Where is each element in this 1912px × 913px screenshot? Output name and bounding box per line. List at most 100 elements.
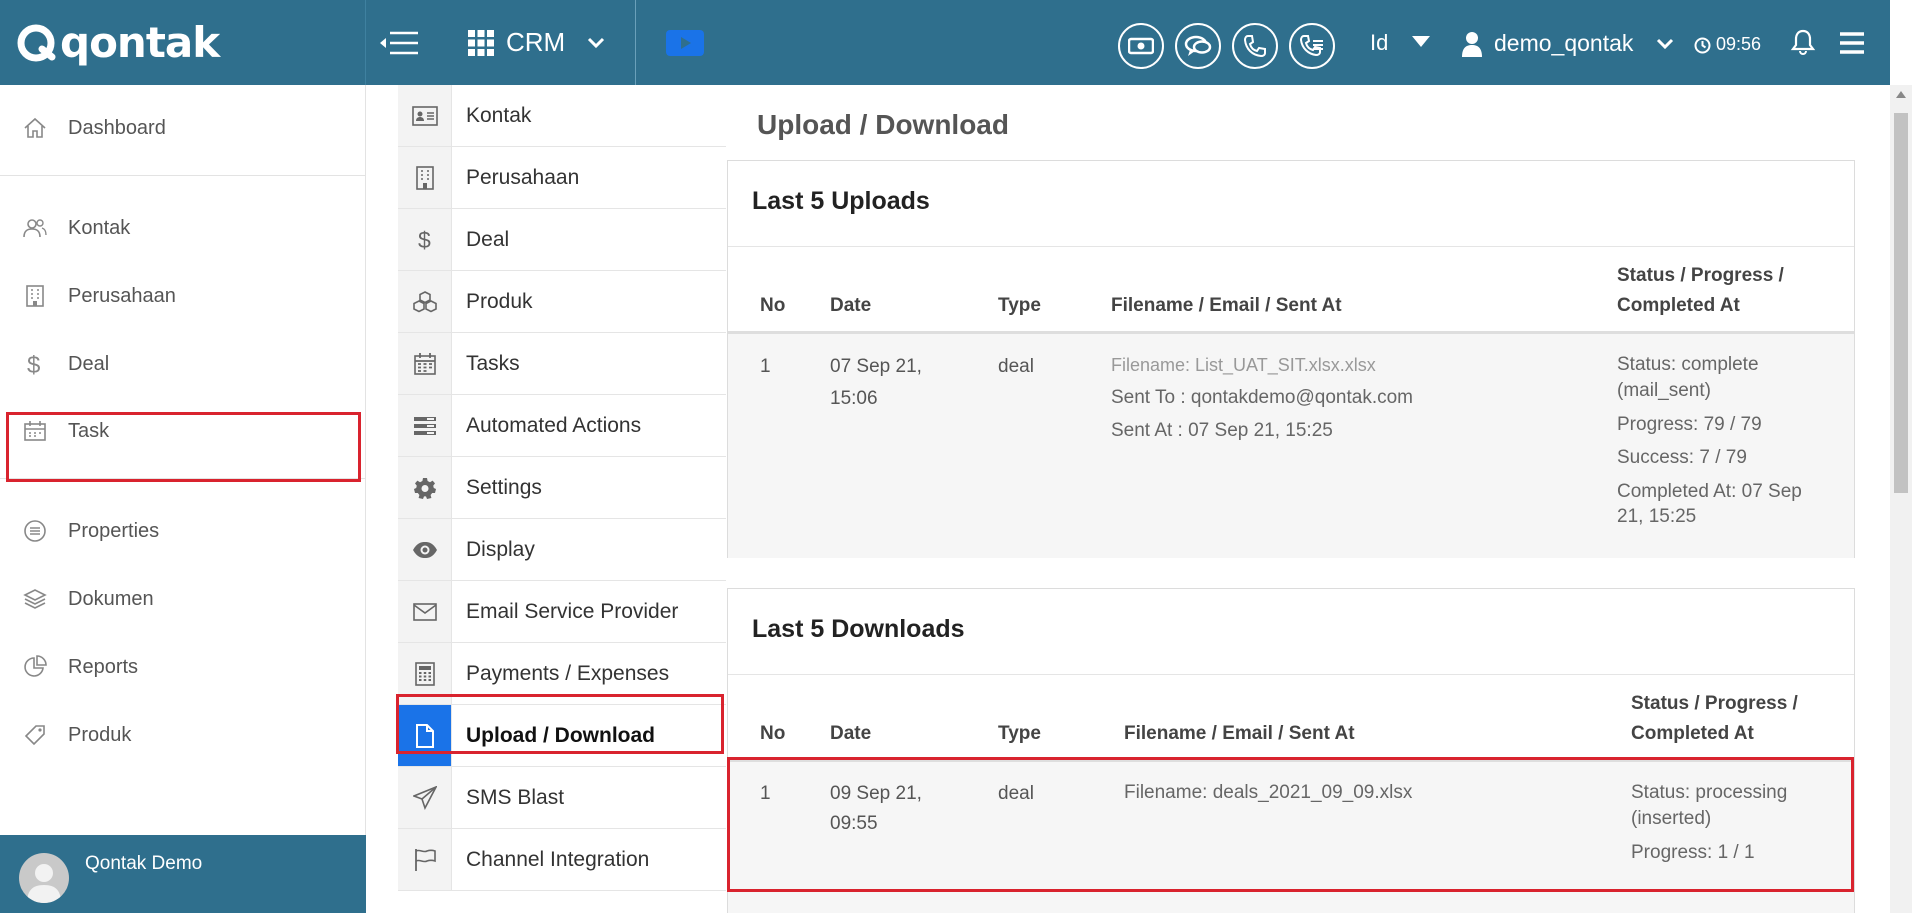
logo[interactable]: qontak: [0, 0, 366, 85]
tag-icon: [22, 722, 48, 748]
left-sidebar: Dashboard Kontak Perusahaan $ Deal Task …: [0, 85, 366, 913]
column-header-completed: Completed At: [1617, 295, 1740, 316]
submenu-item-label: Channel Integration: [466, 847, 650, 871]
sidebar-item-properties[interactable]: Properties: [0, 503, 366, 559]
clock-time: 09:56: [1716, 34, 1762, 54]
submenu-item-deal[interactable]: $ Deal: [398, 209, 726, 271]
submenu-item-label: Display: [466, 537, 535, 561]
home-icon: [22, 115, 48, 141]
top-bar: qontak CRM Id demo_qontak 09:56: [0, 0, 1890, 85]
submenu-item-label: Kontak: [466, 103, 532, 127]
envelope-icon: [398, 581, 452, 642]
upload-download-highlight-box: [396, 694, 724, 754]
sidebar-item-label: Deal: [68, 352, 110, 375]
flag-icon: [398, 829, 452, 890]
sidebar-item-reports[interactable]: Reports: [0, 639, 366, 695]
submenu-item-email-service-provider[interactable]: Email Service Provider: [398, 581, 726, 643]
sidebar-item-deal[interactable]: $ Deal: [0, 336, 366, 392]
cell-time: 15:06: [830, 388, 878, 409]
page-scrollbar[interactable]: [1890, 85, 1912, 913]
building-icon: [22, 283, 48, 309]
grid-icon: [468, 29, 494, 56]
money-button[interactable]: [1118, 23, 1164, 69]
scrollbar-thumb[interactable]: [1894, 113, 1908, 493]
list-circle-icon: [22, 518, 48, 544]
cell-sent-at: Sent At : 07 Sep 21, 15:25: [1111, 420, 1333, 441]
sidebar-item-produk[interactable]: Produk: [0, 707, 366, 763]
collapse-menu-button[interactable]: [378, 26, 420, 60]
cell-completed-time: 21, 15:25: [1617, 506, 1697, 527]
sidebar-item-label: Produk: [68, 723, 132, 746]
paper-plane-icon: [398, 767, 452, 828]
id-card-icon: [398, 85, 452, 146]
phone-button[interactable]: [1232, 23, 1278, 69]
submenu-item-label: Produk: [466, 289, 533, 313]
submenu-item-label: Perusahaan: [466, 165, 580, 189]
sidebar-item-perusahaan[interactable]: Perusahaan: [0, 268, 366, 324]
submenu-item-tasks[interactable]: Tasks: [398, 333, 726, 395]
cell-status-detail: (mail_sent): [1617, 380, 1711, 401]
submenu-item-produk[interactable]: Produk: [398, 271, 726, 333]
logo-text: qontak: [60, 18, 220, 67]
panel-divider: [728, 246, 1854, 247]
cell-completed-at: Completed At: 07 Sep: [1617, 481, 1802, 502]
submenu-item-label: Payments / Expenses: [466, 661, 670, 685]
eye-icon: [398, 519, 452, 580]
cell-status: Status: complete: [1617, 354, 1759, 375]
contacts-icon: [22, 215, 48, 241]
submenu-item-perusahaan[interactable]: Perusahaan: [398, 147, 726, 209]
building-icon: [398, 147, 452, 208]
language-selector[interactable]: Id: [1370, 30, 1388, 56]
chevron-down-icon: [588, 37, 605, 48]
submenu-item-label: Tasks: [466, 351, 520, 375]
sidebar-item-kontak[interactable]: Kontak: [0, 200, 366, 256]
chat-button[interactable]: [1175, 23, 1221, 69]
cell-sent-to: Sent To : qontakdemo@qontak.com: [1111, 387, 1414, 408]
pie-chart-icon: [22, 654, 48, 680]
uploads-panel: Last 5 Uploads No Date Type Filename / E…: [727, 160, 1855, 558]
gear-icon: [398, 457, 452, 518]
submenu-item-kontak[interactable]: Kontak: [398, 85, 726, 147]
column-header-file: Filename / Email / Sent At: [1111, 295, 1342, 316]
sidebar-item-dashboard[interactable]: Dashboard: [0, 100, 366, 156]
menu-collapse-icon: [380, 31, 418, 55]
user-menu[interactable]: demo_qontak: [1494, 30, 1633, 57]
caret-down-icon[interactable]: [1412, 36, 1430, 47]
module-switcher[interactable]: CRM: [468, 0, 636, 85]
module-label: CRM: [506, 27, 566, 57]
submenu-item-label: SMS Blast: [466, 785, 565, 809]
submenu-item-label: Settings: [466, 475, 542, 499]
sidebar-item-dokumen[interactable]: Dokumen: [0, 571, 366, 627]
column-header-date: Date: [830, 723, 872, 744]
column-header-type: Type: [998, 723, 1041, 744]
sidebar-item-label: Reports: [68, 655, 139, 678]
phone-icon: [1243, 35, 1266, 58]
submenu-item-sms-blast[interactable]: SMS Blast: [398, 767, 726, 829]
column-header-status: Status / Progress /: [1631, 693, 1798, 714]
submenu-item-label: Deal: [466, 227, 510, 251]
phone-list-button[interactable]: [1289, 23, 1335, 69]
cell-filename: Filename: List_UAT_SIT.xlsx.xlsx: [1111, 355, 1376, 375]
sidebar-divider: [0, 175, 366, 176]
submenu-item-automated-actions[interactable]: Automated Actions: [398, 395, 726, 457]
submenu-item-settings[interactable]: Settings: [398, 457, 726, 519]
svg-text:$: $: [418, 227, 431, 253]
user-icon: [1462, 32, 1482, 57]
sidebar-item-label: Kontak: [68, 216, 131, 239]
chevron-down-icon[interactable]: [1656, 38, 1674, 50]
page-title: Upload / Download: [757, 109, 1009, 140]
column-header-type: Type: [998, 295, 1041, 316]
submenu-item-label: Automated Actions: [466, 413, 642, 437]
column-header-file: Filename / Email / Sent At: [1124, 723, 1355, 744]
hamburger-icon[interactable]: [1838, 31, 1866, 55]
download-row-highlight-box: [727, 757, 1854, 892]
submenu-item-display[interactable]: Display: [398, 519, 726, 581]
scroll-up-arrow-icon[interactable]: [1896, 91, 1906, 98]
avatar: [19, 853, 69, 903]
svg-text:$: $: [27, 352, 40, 377]
bell-icon[interactable]: [1790, 28, 1816, 56]
video-button[interactable]: [666, 30, 704, 56]
table-row: 1 07 Sep 21, 15:06 deal Filename: List_U…: [728, 334, 1854, 558]
sidebar-user-panel[interactable]: Qontak Demo: [0, 835, 366, 913]
submenu-item-channel-integration[interactable]: Channel Integration: [398, 829, 726, 891]
